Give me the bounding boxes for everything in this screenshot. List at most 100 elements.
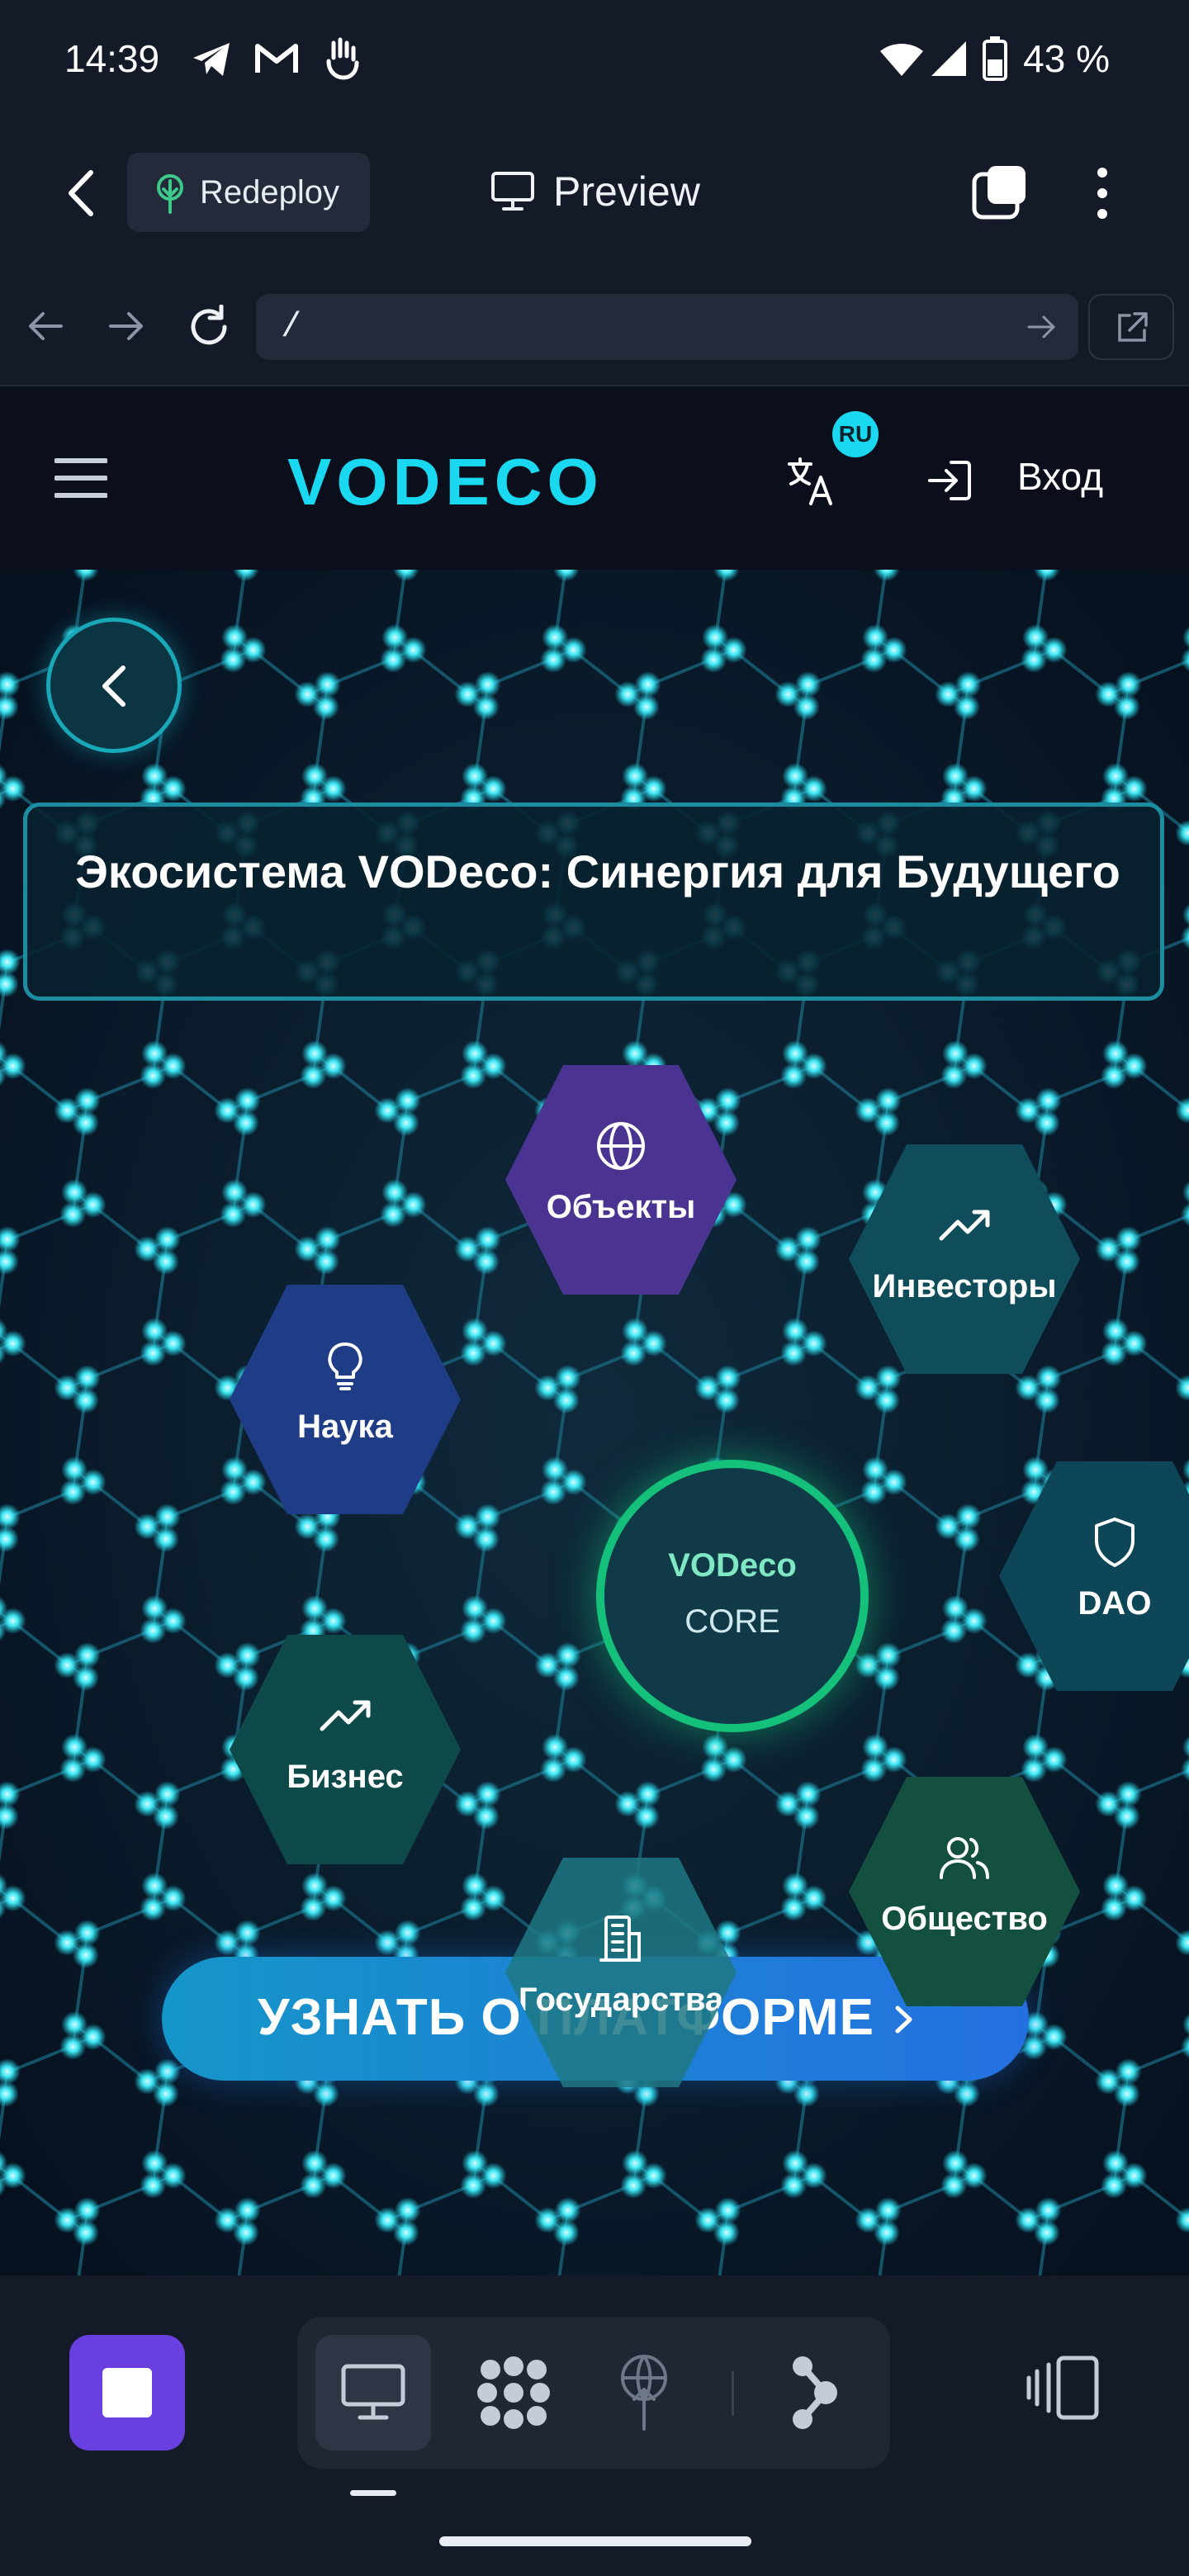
translate-icon[interactable] <box>786 456 837 507</box>
vodeco-core[interactable]: VODeco CORE <box>596 1460 869 1732</box>
node-label: Государства <box>518 1982 724 2018</box>
more-menu-icon[interactable] <box>1090 166 1115 220</box>
network-node-dot <box>874 1087 902 1115</box>
login-icon[interactable] <box>926 459 973 502</box>
flow-nodes-icon[interactable] <box>789 2353 839 2432</box>
bottom-toolbar <box>0 2275 1189 2576</box>
network-node-dot <box>794 1226 822 1253</box>
network-node-dot <box>560 637 587 664</box>
network-node-dot <box>234 1087 261 1115</box>
stop-button[interactable] <box>69 2335 185 2451</box>
building-icon <box>599 1915 641 1962</box>
network-node-dot <box>874 2197 902 2224</box>
stop-icon <box>102 2368 152 2417</box>
site-header: VODECO RU Вход <box>0 386 1189 570</box>
network-node-dot <box>714 1087 741 1115</box>
network-node-dot <box>1035 2197 1062 2224</box>
network-node-dot <box>880 1469 907 1496</box>
external-link-icon <box>1118 312 1148 342</box>
network-node-dot <box>159 1885 187 1912</box>
home-indicator <box>439 2536 751 2546</box>
network-node-dot <box>1120 1885 1148 1912</box>
device-rotate-icon[interactable] <box>1026 2355 1105 2421</box>
node-label: Инвесторы <box>872 1268 1057 1305</box>
network-node-dot <box>480 2162 507 2190</box>
network-node-dot <box>394 1087 421 1115</box>
go-arrow-icon[interactable] <box>1027 314 1057 340</box>
dots-grid-icon[interactable] <box>472 2351 555 2434</box>
nav-back-icon[interactable] <box>26 310 64 343</box>
battery-icon <box>983 36 1007 81</box>
network-node-dot <box>640 1330 667 1357</box>
network-node-dot <box>73 1642 101 1669</box>
reload-icon[interactable] <box>187 305 231 349</box>
node-label: Общество <box>881 1901 1048 1937</box>
network-node-dot <box>79 2024 107 2051</box>
tabs-icon[interactable] <box>971 163 1030 222</box>
node-label: Бизнес <box>287 1759 404 1795</box>
node-label: DAO <box>1078 1585 1152 1622</box>
network-node-dot <box>239 1469 267 1496</box>
hamburger-menu-icon[interactable] <box>54 457 107 499</box>
monitor-icon <box>491 172 534 211</box>
network-node-dot <box>800 775 827 803</box>
nav-forward-icon[interactable] <box>107 310 145 343</box>
preview-label[interactable]: Preview <box>553 168 700 215</box>
network-node-dot <box>800 1330 827 1357</box>
cellular-signal-icon <box>931 41 966 76</box>
network-upload-icon[interactable] <box>613 2353 675 2432</box>
core-subtitle: CORE <box>685 1603 780 1640</box>
network-node-dot <box>394 1920 421 1947</box>
network-node-dot <box>314 671 341 698</box>
network-node-dot <box>73 1920 101 1947</box>
network-node-dot <box>960 775 988 803</box>
network-node-dot <box>79 1469 107 1496</box>
network-node-dot <box>320 1053 347 1080</box>
login-link[interactable]: Вход <box>1017 454 1103 499</box>
network-node-dot <box>320 2162 347 2190</box>
network-node-dot <box>720 637 747 664</box>
url-input[interactable]: / <box>256 294 1078 360</box>
network-node-dot <box>480 1053 507 1080</box>
gmail-icon <box>255 44 298 73</box>
network-node-dot <box>159 775 187 803</box>
network-node-dot <box>154 1781 181 1808</box>
network-node-dot <box>874 1642 902 1669</box>
network-node-dot <box>73 1365 101 1392</box>
network-node-dot <box>720 1746 747 1773</box>
network-node-dot <box>880 1746 907 1773</box>
tree-icon <box>157 174 183 214</box>
network-node-dot <box>73 2197 101 2224</box>
network-node-dot <box>1115 1781 1142 1808</box>
redeploy-button[interactable]: Redeploy <box>127 153 370 232</box>
site-logo[interactable]: VODECO <box>287 444 604 520</box>
status-time: 14:39 <box>64 37 160 80</box>
node-label: Объекты <box>546 1189 696 1225</box>
network-node-dot <box>1040 2024 1068 2051</box>
trending-up-icon <box>939 1210 990 1241</box>
back-arrow-icon[interactable] <box>64 169 97 217</box>
network-node-dot <box>474 1503 501 1531</box>
network-node-dot <box>480 775 507 803</box>
language-badge[interactable]: RU <box>832 411 879 457</box>
network-node-dot <box>955 671 982 698</box>
open-external-button[interactable] <box>1088 294 1174 360</box>
network-node-dot <box>554 1642 581 1669</box>
network-node-dot <box>0 1053 26 1080</box>
network-node-dot <box>554 2197 581 2224</box>
gesture-icon <box>326 37 359 80</box>
network-node-dot <box>1120 1330 1148 1357</box>
network-node-dot <box>794 1781 822 1808</box>
network-node-dot <box>480 1608 507 1635</box>
network-node-dot <box>560 1469 587 1496</box>
back-circle-button[interactable] <box>46 618 182 753</box>
browser-top-bar: Redeploy Preview <box>0 120 1189 268</box>
network-node-dot <box>0 2162 26 2190</box>
view-mode-switcher <box>297 2317 890 2469</box>
network-node-dot <box>79 1746 107 1773</box>
network-node-dot <box>159 1053 187 1080</box>
network-node-dot <box>400 1191 427 1219</box>
network-node-dot <box>1115 1226 1142 1253</box>
desktop-view-tab[interactable] <box>315 2335 431 2451</box>
active-tab-indicator <box>350 2490 396 2496</box>
